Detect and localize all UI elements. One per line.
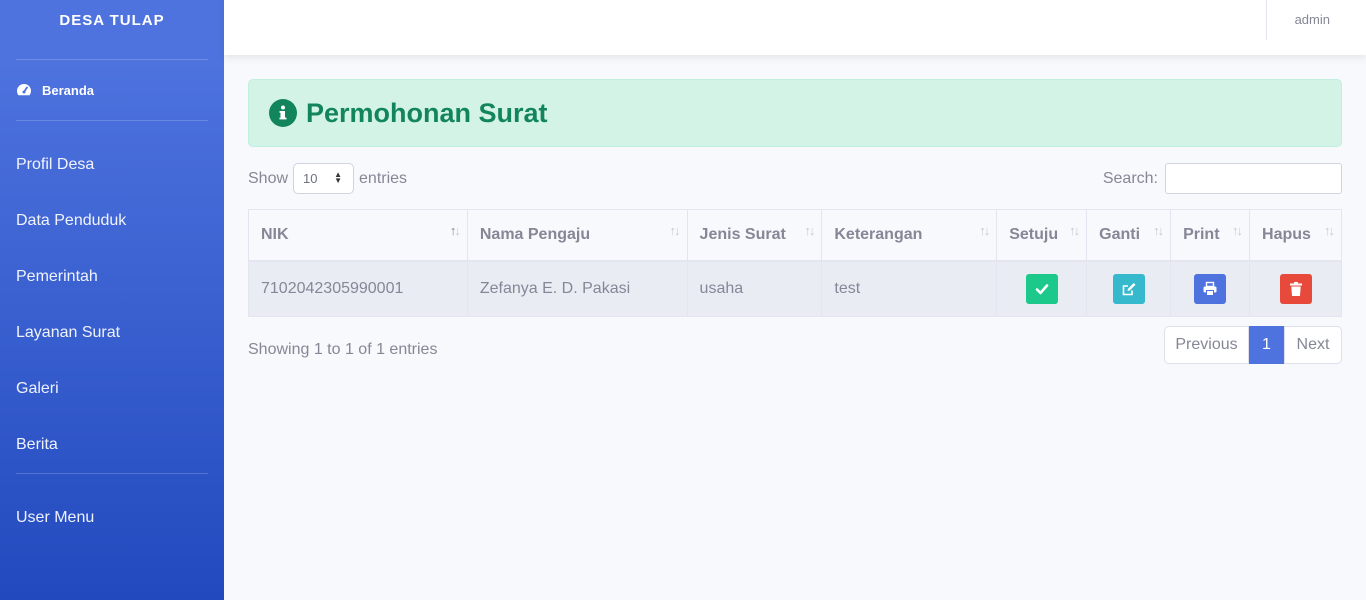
entries-label: entries xyxy=(359,169,408,187)
column-header-keterangan[interactable]: Keterangan ↑↓ xyxy=(821,209,998,262)
sort-icon: ↑↓ xyxy=(1069,223,1080,238)
column-header-print[interactable]: Print ↑↓ xyxy=(1170,209,1251,262)
print-button[interactable] xyxy=(1194,273,1227,304)
column-header-label: Setuju xyxy=(1009,225,1059,243)
sidebar-brand[interactable]: DESA TULAP xyxy=(0,0,224,40)
topbar: admin xyxy=(224,0,1366,55)
column-header-nik[interactable]: NIK ↑↓ xyxy=(248,209,468,262)
tachometer-icon xyxy=(16,82,34,98)
select-arrows-icon: ▲ ▼ xyxy=(334,170,343,185)
sidebar-item-beranda[interactable]: Beranda xyxy=(0,60,224,120)
table-header-row: NIK ↑↓ Nama Pengaju ↑↓ Jenis Surat ↑↓ Keter… xyxy=(248,209,1342,262)
sidebar-item-profil-desa[interactable]: Profil Desa xyxy=(0,137,224,193)
page-1-button[interactable]: 1 xyxy=(1249,326,1284,364)
sidebar-nav: Profil Desa Data Penduduk Pemerintah Lay… xyxy=(0,121,224,473)
column-header-label: Hapus xyxy=(1262,225,1311,243)
sidebar-item-berita[interactable]: Berita xyxy=(0,417,224,473)
sidebar: DESA TULAP Beranda Profil Desa Data Pend… xyxy=(0,0,224,600)
permohonan-table: NIK ↑↓ Nama Pengaju ↑↓ Jenis Surat ↑↓ Keter… xyxy=(248,209,1342,317)
column-header-label: Nama Pengaju xyxy=(479,225,591,243)
sort-icon: ↑↓ xyxy=(669,223,681,238)
column-header-label: NIK xyxy=(261,225,289,243)
delete-button[interactable] xyxy=(1279,273,1312,304)
cell-jenis-surat: usaha xyxy=(686,260,823,317)
main-content: Permohonan Surat Show 10 ▲ ▼ entries Sear… xyxy=(248,79,1342,381)
print-icon xyxy=(1203,281,1217,296)
sort-icon: ↑↓ xyxy=(1324,223,1335,238)
column-header-ganti[interactable]: Ganti ↑↓ xyxy=(1086,209,1172,262)
cell-nama-pengaju: Zefanya E. D. Pakasi xyxy=(466,260,688,317)
approve-button[interactable] xyxy=(1025,273,1058,304)
column-header-nama-pengaju[interactable]: Nama Pengaju ↑↓ xyxy=(466,209,688,262)
sort-icon: ↑↓ xyxy=(1153,223,1164,238)
cell-hapus xyxy=(1249,260,1342,317)
sort-asc-icon: ↑↓ xyxy=(449,223,461,238)
cell-setuju xyxy=(996,260,1088,317)
page-heading-alert: Permohonan Surat xyxy=(248,79,1342,147)
cell-ganti xyxy=(1086,260,1172,317)
sidebar-item-data-penduduk[interactable]: Data Penduduk xyxy=(0,193,224,249)
table-row: 7102042305990001 Zefanya E. D. Pakasi us… xyxy=(248,260,1342,317)
next-button[interactable]: Next xyxy=(1284,326,1342,364)
table-footer: Showing 1 to 1 of 1 entries Previous 1 N… xyxy=(248,317,1342,381)
column-header-label: Ganti xyxy=(1099,225,1141,243)
entries-length: Show 10 ▲ ▼ entries xyxy=(248,163,407,194)
info-circle-icon xyxy=(269,99,297,127)
table-controls: Show 10 ▲ ▼ entries Search: xyxy=(248,147,1342,209)
sort-icon: ↑↓ xyxy=(1232,223,1243,238)
column-header-label: Jenis Surat xyxy=(699,225,786,243)
column-header-hapus[interactable]: Hapus ↑↓ xyxy=(1249,209,1342,262)
sidebar-item-pemerintah[interactable]: Pemerintah xyxy=(0,249,224,305)
column-header-jenis-surat[interactable]: Jenis Surat ↑↓ xyxy=(686,209,823,262)
user-name[interactable]: admin xyxy=(1295,12,1330,27)
cell-nik: 7102042305990001 xyxy=(248,260,468,317)
pagination: Previous 1 Next xyxy=(1164,326,1342,364)
trash-icon xyxy=(1289,281,1302,296)
entries-select-value: 10 xyxy=(303,171,318,186)
sidebar-item-label: Beranda xyxy=(42,82,95,98)
sidebar-item-galeri[interactable]: Galeri xyxy=(0,361,224,417)
search-input[interactable] xyxy=(1165,163,1342,194)
cell-keterangan: test xyxy=(821,260,998,317)
column-header-setuju[interactable]: Setuju ↑↓ xyxy=(996,209,1088,262)
page-title: Permohonan Surat xyxy=(306,97,548,128)
sidebar-item-layanan-surat[interactable]: Layanan Surat xyxy=(0,305,224,361)
edit-button[interactable] xyxy=(1112,273,1145,304)
sort-icon: ↑↓ xyxy=(804,223,815,238)
sidebar-item-user-menu[interactable]: User Menu xyxy=(0,474,224,562)
sort-icon: ↑↓ xyxy=(979,223,990,238)
topbar-divider xyxy=(1266,0,1267,40)
column-header-label: Keterangan xyxy=(834,225,923,243)
check-icon xyxy=(1035,283,1048,295)
table-search: Search: xyxy=(1103,163,1342,194)
show-label: Show xyxy=(248,169,289,187)
column-header-label: Print xyxy=(1183,225,1220,243)
cell-print xyxy=(1170,260,1251,317)
table-info: Showing 1 to 1 of 1 entries xyxy=(248,341,438,358)
entries-select[interactable]: 10 ▲ ▼ xyxy=(293,163,355,194)
search-label: Search: xyxy=(1102,169,1158,187)
edit-icon xyxy=(1122,282,1136,296)
previous-button[interactable]: Previous xyxy=(1164,326,1249,364)
